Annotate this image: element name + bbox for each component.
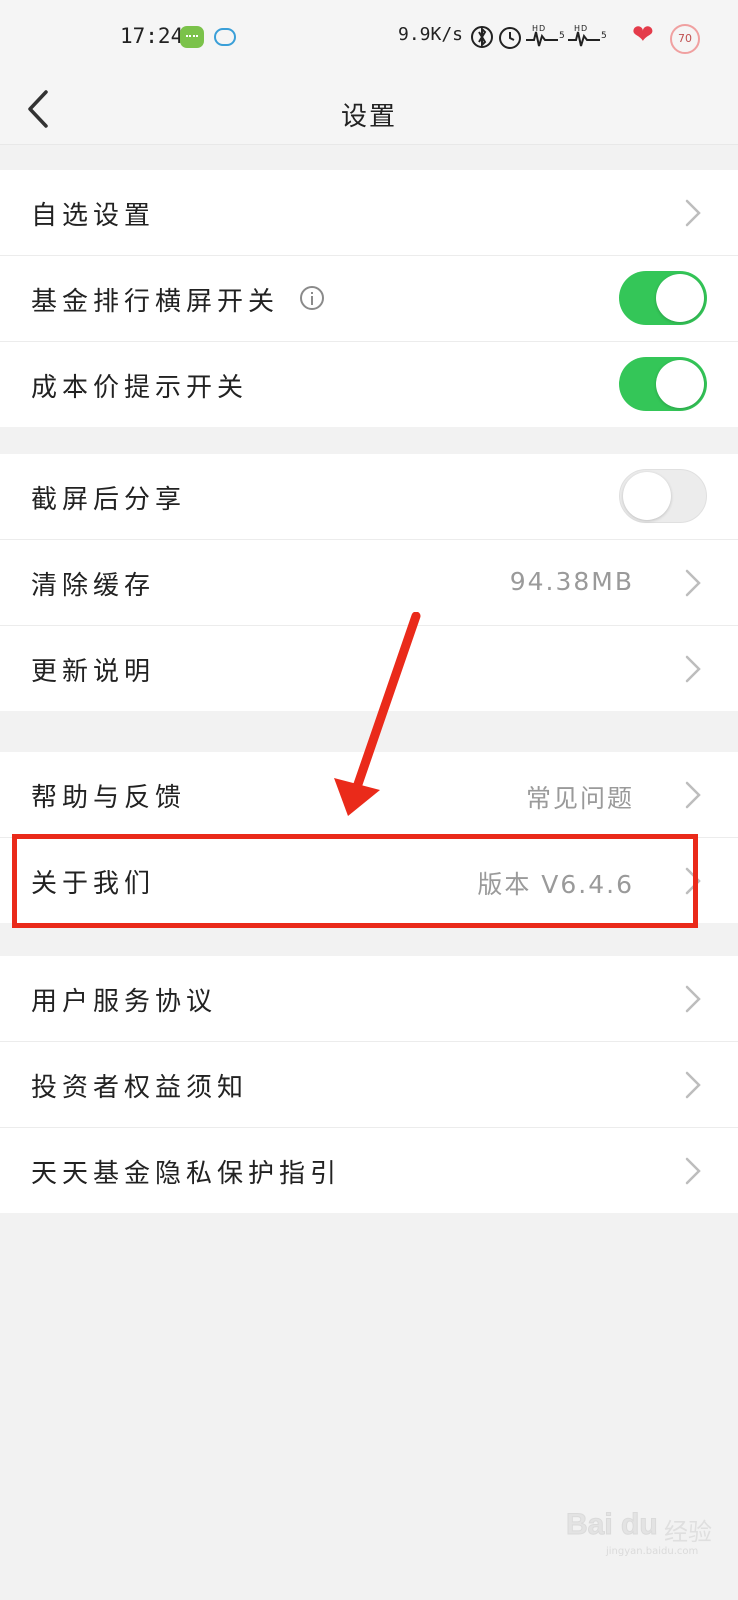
row-label: 基金排行横屏开关 <box>31 287 280 317</box>
svg-text:HD: HD <box>574 24 588 33</box>
row-clear-cache[interactable]: 清除缓存 94.38MB <box>0 540 738 626</box>
svg-text:5: 5 <box>601 31 608 41</box>
chevron-right-icon <box>685 569 701 597</box>
row-label: 天天基金隐私保护指引 <box>31 1159 342 1189</box>
version-value: 版本 V6.4.6 <box>477 870 634 899</box>
toggle-knob <box>656 274 704 322</box>
network-speed: 9.9K/s <box>398 24 464 45</box>
chevron-right-icon <box>685 655 701 683</box>
cache-size: 94.38MB <box>509 567 634 596</box>
row-label: 自选设置 <box>31 201 156 231</box>
row-label: 帮助与反馈 <box>31 783 187 813</box>
row-update-notes[interactable]: 更新说明 <box>0 626 738 711</box>
cost-price-toggle[interactable] <box>619 357 707 411</box>
chevron-right-icon <box>685 867 701 895</box>
row-user-agreement[interactable]: 用户服务协议 <box>0 956 738 1042</box>
row-label: 成本价提示开关 <box>31 373 249 403</box>
row-label: 关于我们 <box>31 869 156 899</box>
chat-icon <box>214 28 236 46</box>
chevron-right-icon <box>685 985 701 1013</box>
status-bar: 17:24 9.9K/s HD HD 5 5 ❤ 70 <box>0 0 738 76</box>
row-fund-ranking-landscape: 基金排行横屏开关 <box>0 256 738 342</box>
watermark-url: jingyan.baidu.com <box>606 1546 699 1557</box>
row-cost-price-alert: 成本价提示开关 <box>0 342 738 427</box>
row-investor-rights[interactable]: 投资者权益须知 <box>0 1042 738 1128</box>
row-label: 用户服务协议 <box>31 987 218 1017</box>
row-label: 清除缓存 <box>31 571 156 601</box>
page-title: 设置 <box>340 102 397 132</box>
nav-bar: 设置 <box>0 76 738 145</box>
heart-icon: ❤ <box>632 20 654 50</box>
settings-group-1: 自选设置 基金排行横屏开关 成本价提示开关 <box>0 170 738 427</box>
row-screenshot-share: 截屏后分享 <box>0 454 738 540</box>
settings-group-3: 帮助与反馈 常见问题 关于我们 版本 V6.4.6 <box>0 752 738 923</box>
message-icon <box>180 26 204 48</box>
row-privacy-guide[interactable]: 天天基金隐私保护指引 <box>0 1128 738 1213</box>
watermark-logo: Bai du <box>566 1508 659 1542</box>
row-about-us[interactable]: 关于我们 版本 V6.4.6 <box>0 838 738 923</box>
row-label: 截屏后分享 <box>31 485 187 515</box>
chevron-right-icon <box>685 199 701 227</box>
settings-group-4: 用户服务协议 投资者权益须知 天天基金隐私保护指引 <box>0 956 738 1213</box>
svg-text:HD: HD <box>532 24 546 33</box>
toggle-knob <box>656 360 704 408</box>
battery-indicator: 70 <box>670 24 700 54</box>
info-icon[interactable] <box>300 286 324 310</box>
watermark-text: 经验 <box>664 1518 712 1546</box>
baidu-jingyan-watermark: Bai du 经验 jingyan.baidu.com <box>566 1508 730 1560</box>
row-label: 投资者权益须知 <box>31 1073 249 1103</box>
row-label: 更新说明 <box>31 657 156 687</box>
chevron-right-icon <box>685 781 701 809</box>
toggle-knob <box>623 472 671 520</box>
chevron-right-icon <box>685 1071 701 1099</box>
row-watchlist-settings[interactable]: 自选设置 <box>0 170 738 256</box>
landscape-toggle[interactable] <box>619 271 707 325</box>
row-help-feedback[interactable]: 帮助与反馈 常见问题 <box>0 752 738 838</box>
faq-value: 常见问题 <box>525 784 634 813</box>
status-time: 17:24 <box>120 24 184 48</box>
signal-icons: HD HD 5 5 <box>470 22 630 57</box>
chevron-right-icon <box>685 1157 701 1185</box>
settings-group-2: 截屏后分享 清除缓存 94.38MB 更新说明 <box>0 454 738 711</box>
screenshot-share-toggle[interactable] <box>619 469 707 523</box>
svg-text:5: 5 <box>559 31 566 41</box>
